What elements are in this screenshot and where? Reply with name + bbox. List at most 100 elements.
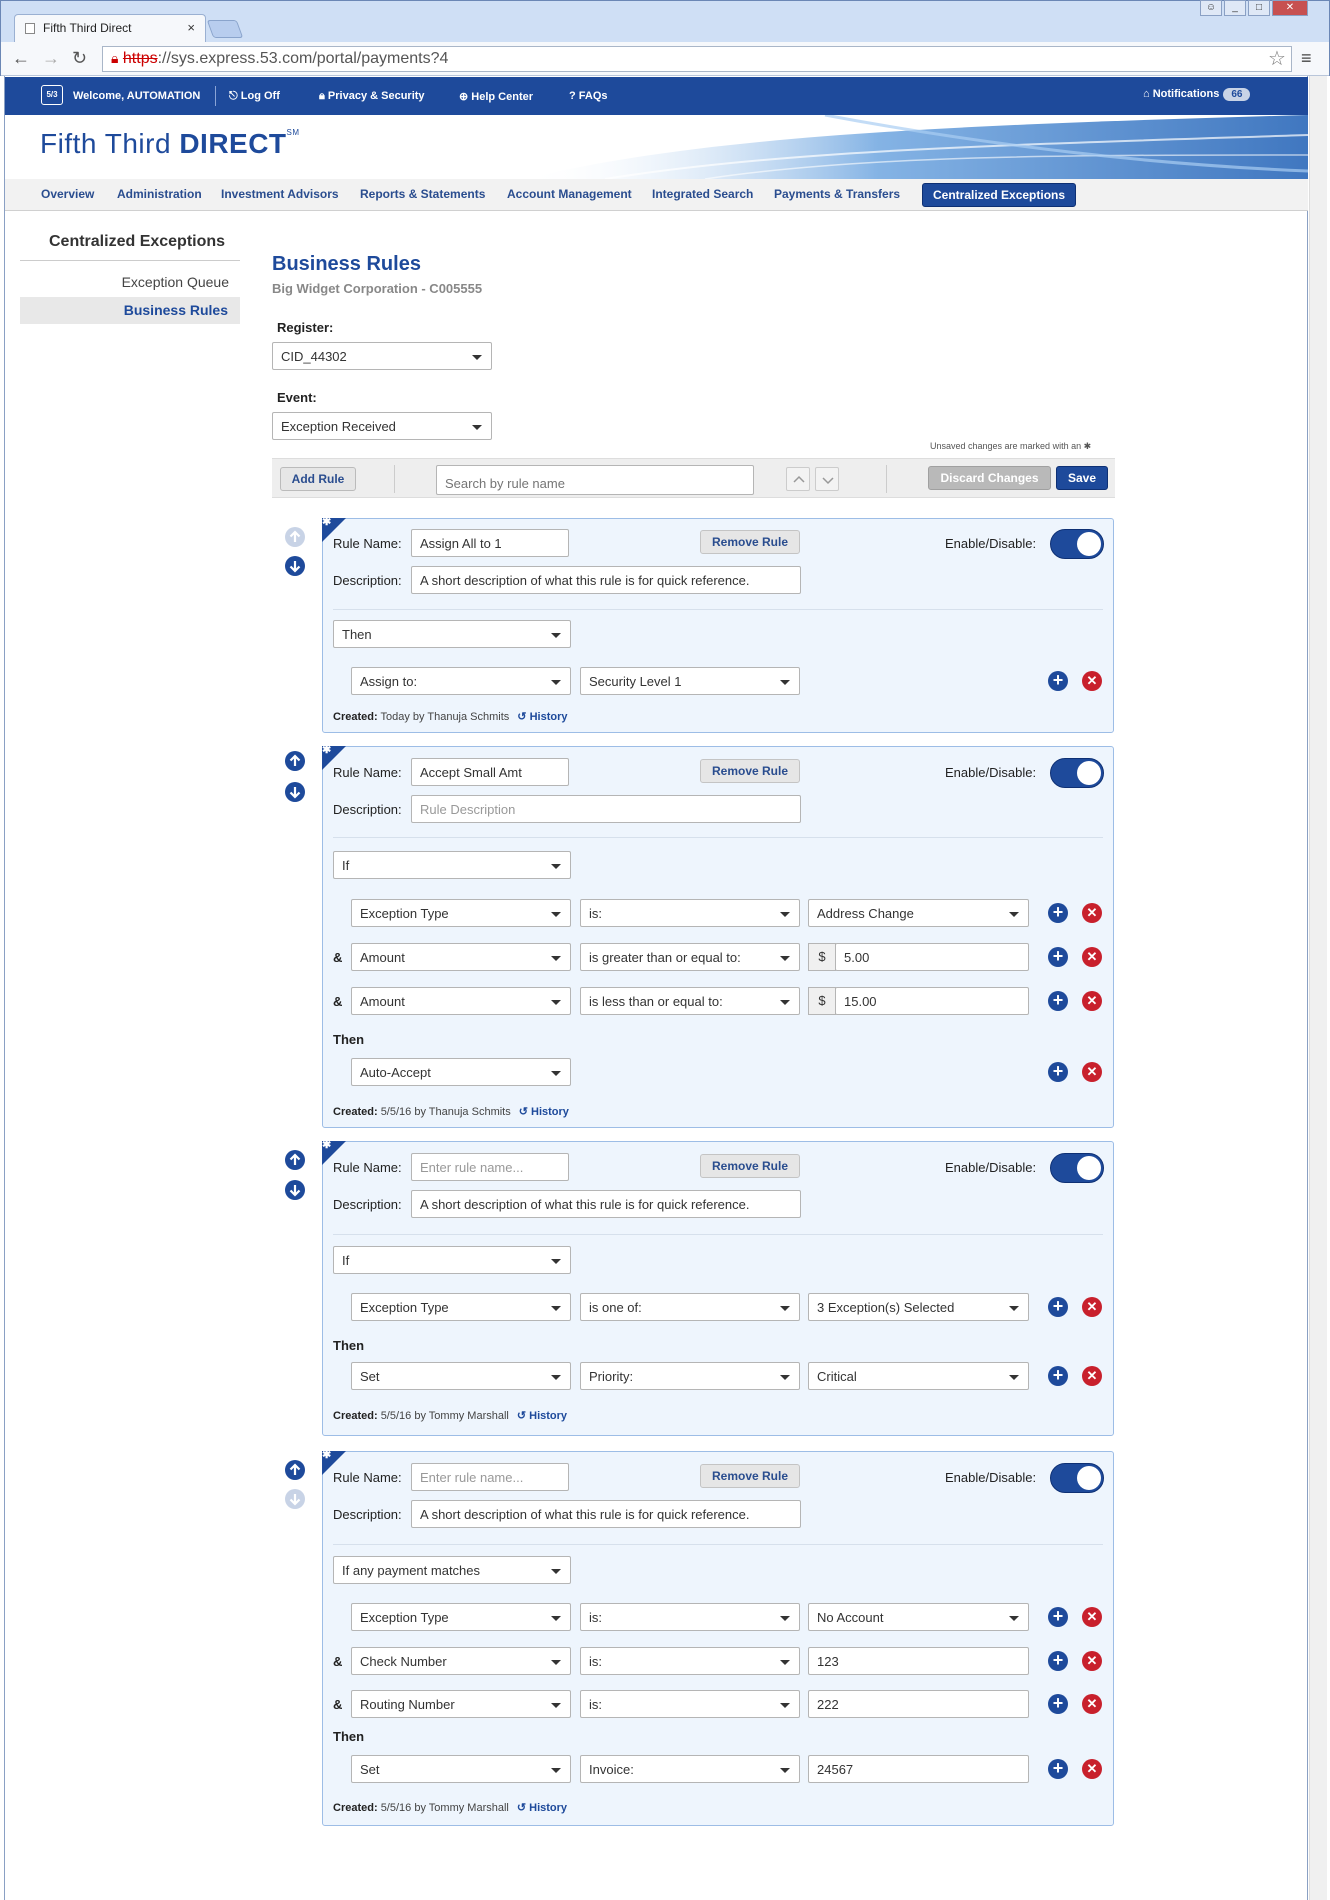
plus-icon[interactable]: + (1048, 1297, 1068, 1317)
delete-icon[interactable]: ✕ (1082, 1607, 1102, 1627)
minimize-button[interactable]: _ (1224, 0, 1246, 16)
user-icon[interactable]: ☺ (1200, 0, 1222, 16)
sidebar-item-exception-queue[interactable]: Exception Queue (20, 274, 229, 290)
nav-centralized-exceptions[interactable]: Centralized Exceptions (922, 183, 1077, 207)
criteria-operator-select[interactable]: is less than or equal to: (580, 987, 800, 1015)
criteria-field-select[interactable]: Amount (351, 987, 571, 1015)
action-field-select[interactable]: Priority: (580, 1362, 800, 1390)
history-link[interactable]: ↺ History (519, 1106, 569, 1118)
criteria-field-select[interactable]: Exception Type (351, 1293, 571, 1321)
action-select[interactable]: Set (351, 1755, 571, 1783)
criteria-field-select[interactable]: Check Number (351, 1647, 571, 1675)
condition-select[interactable]: If (333, 851, 571, 879)
plus-icon[interactable]: + (1048, 1366, 1068, 1386)
rule-name-input[interactable]: Accept Small Amt (411, 758, 569, 786)
plus-icon[interactable]: + (1048, 1759, 1068, 1779)
plus-icon[interactable]: + (1048, 1694, 1068, 1714)
faqs-link[interactable]: ? FAQs (569, 90, 608, 102)
plus-icon[interactable]: + (1048, 1062, 1068, 1082)
back-icon[interactable]: ← (12, 48, 30, 69)
nav-administration[interactable]: Administration (117, 187, 202, 201)
criteria-field-select[interactable]: Exception Type (351, 1603, 571, 1631)
action-value-select[interactable]: Critical (808, 1362, 1029, 1390)
condition-select[interactable]: Then (333, 620, 571, 648)
search-prev-button[interactable] (786, 467, 810, 491)
history-link[interactable]: ↺ History (517, 1802, 567, 1814)
remove-rule-button[interactable]: Remove Rule (700, 1154, 800, 1178)
criteria-value-input[interactable]: 222 (808, 1690, 1029, 1718)
log-off-link[interactable]: ⎋ Log Off (229, 90, 280, 103)
nav-overview[interactable]: Overview (41, 187, 94, 201)
new-tab-button[interactable] (206, 20, 244, 38)
enable-toggle[interactable] (1050, 758, 1104, 788)
criteria-operator-select[interactable]: is one of: (580, 1293, 800, 1321)
action-value-input[interactable]: 24567 (808, 1755, 1029, 1783)
plus-icon[interactable]: + (1048, 1651, 1068, 1671)
move-down-button[interactable] (285, 556, 305, 576)
move-up-button[interactable] (285, 527, 305, 547)
discard-changes-button[interactable]: Discard Changes (928, 466, 1051, 490)
save-button[interactable]: Save (1056, 466, 1108, 490)
delete-icon[interactable]: ✕ (1082, 1366, 1102, 1386)
action-select[interactable]: Assign to: (351, 667, 571, 695)
criteria-value-select[interactable]: 3 Exception(s) Selected (808, 1293, 1029, 1321)
plus-icon[interactable]: + (1048, 991, 1068, 1011)
move-down-button[interactable] (285, 782, 305, 802)
criteria-value-input[interactable]: 123 (808, 1647, 1029, 1675)
enable-toggle[interactable] (1050, 1463, 1104, 1493)
remove-rule-button[interactable]: Remove Rule (700, 1464, 800, 1488)
close-tab-icon[interactable]: × (187, 20, 195, 35)
maximize-button[interactable]: □ (1248, 0, 1270, 16)
condition-select[interactable]: If (333, 1246, 571, 1274)
criteria-operator-select[interactable]: is: (580, 1647, 800, 1675)
move-up-button[interactable] (285, 1150, 305, 1170)
fifth-third-logo-icon[interactable]: 5/3 (41, 85, 63, 105)
event-select[interactable]: Exception Received (272, 412, 492, 440)
enable-toggle[interactable] (1050, 1153, 1104, 1183)
nav-reports-statements[interactable]: Reports & Statements (360, 187, 485, 201)
forward-icon[interactable]: → (42, 48, 60, 69)
condition-select[interactable]: If any payment matches (333, 1556, 571, 1584)
action-select[interactable]: Auto-Accept (351, 1058, 571, 1086)
nav-integrated-search[interactable]: Integrated Search (652, 187, 753, 201)
criteria-operator-select[interactable]: is greater than or equal to: (580, 943, 800, 971)
criteria-field-select[interactable]: Amount (351, 943, 571, 971)
rule-name-input[interactable]: Enter rule name... (411, 1463, 569, 1491)
amount-input[interactable]: 15.00 (835, 987, 1029, 1015)
move-up-button[interactable] (285, 1460, 305, 1480)
plus-icon[interactable]: + (1048, 671, 1068, 691)
brand-logo[interactable]: Fifth Third DIRECTSM (40, 128, 300, 160)
move-up-button[interactable] (285, 751, 305, 771)
nav-account-management[interactable]: Account Management (507, 187, 632, 201)
menu-icon[interactable]: ≡ (1301, 48, 1312, 69)
criteria-operator-select[interactable]: is: (580, 899, 800, 927)
browser-tab[interactable]: Fifth Third Direct × (14, 14, 206, 42)
history-link[interactable]: ↺ History (517, 711, 567, 723)
action-select[interactable]: Set (351, 1362, 571, 1390)
delete-icon[interactable]: ✕ (1082, 1651, 1102, 1671)
remove-rule-button[interactable]: Remove Rule (700, 530, 800, 554)
register-select[interactable]: CID_44302 (272, 342, 492, 370)
add-rule-button[interactable]: Add Rule (280, 467, 356, 491)
action-field-select[interactable]: Invoice: (580, 1755, 800, 1783)
move-down-button[interactable] (285, 1180, 305, 1200)
criteria-operator-select[interactable]: is: (580, 1690, 800, 1718)
plus-icon[interactable]: + (1048, 1607, 1068, 1627)
description-input[interactable]: A short description of what this rule is… (411, 566, 801, 594)
sidebar-item-business-rules[interactable]: Business Rules (20, 297, 240, 324)
close-window-button[interactable]: ✕ (1272, 0, 1308, 16)
delete-icon[interactable]: ✕ (1082, 671, 1102, 691)
delete-icon[interactable]: ✕ (1082, 903, 1102, 923)
reload-icon[interactable]: ↻ (72, 48, 87, 69)
criteria-value-select[interactable]: No Account (808, 1603, 1029, 1631)
plus-icon[interactable]: + (1048, 903, 1068, 923)
search-next-button[interactable] (815, 467, 839, 491)
nav-investment-advisors[interactable]: Investment Advisors (221, 187, 339, 201)
action-value-select[interactable]: Security Level 1 (580, 667, 800, 695)
notifications-link[interactable]: ⌂ Notifications 66 (1143, 88, 1251, 101)
star-icon[interactable]: ☆ (1268, 46, 1286, 71)
description-input[interactable]: A short description of what this rule is… (411, 1190, 801, 1218)
delete-icon[interactable]: ✕ (1082, 1297, 1102, 1317)
enable-toggle[interactable] (1050, 529, 1104, 559)
nav-payments-transfers[interactable]: Payments & Transfers (774, 187, 900, 201)
